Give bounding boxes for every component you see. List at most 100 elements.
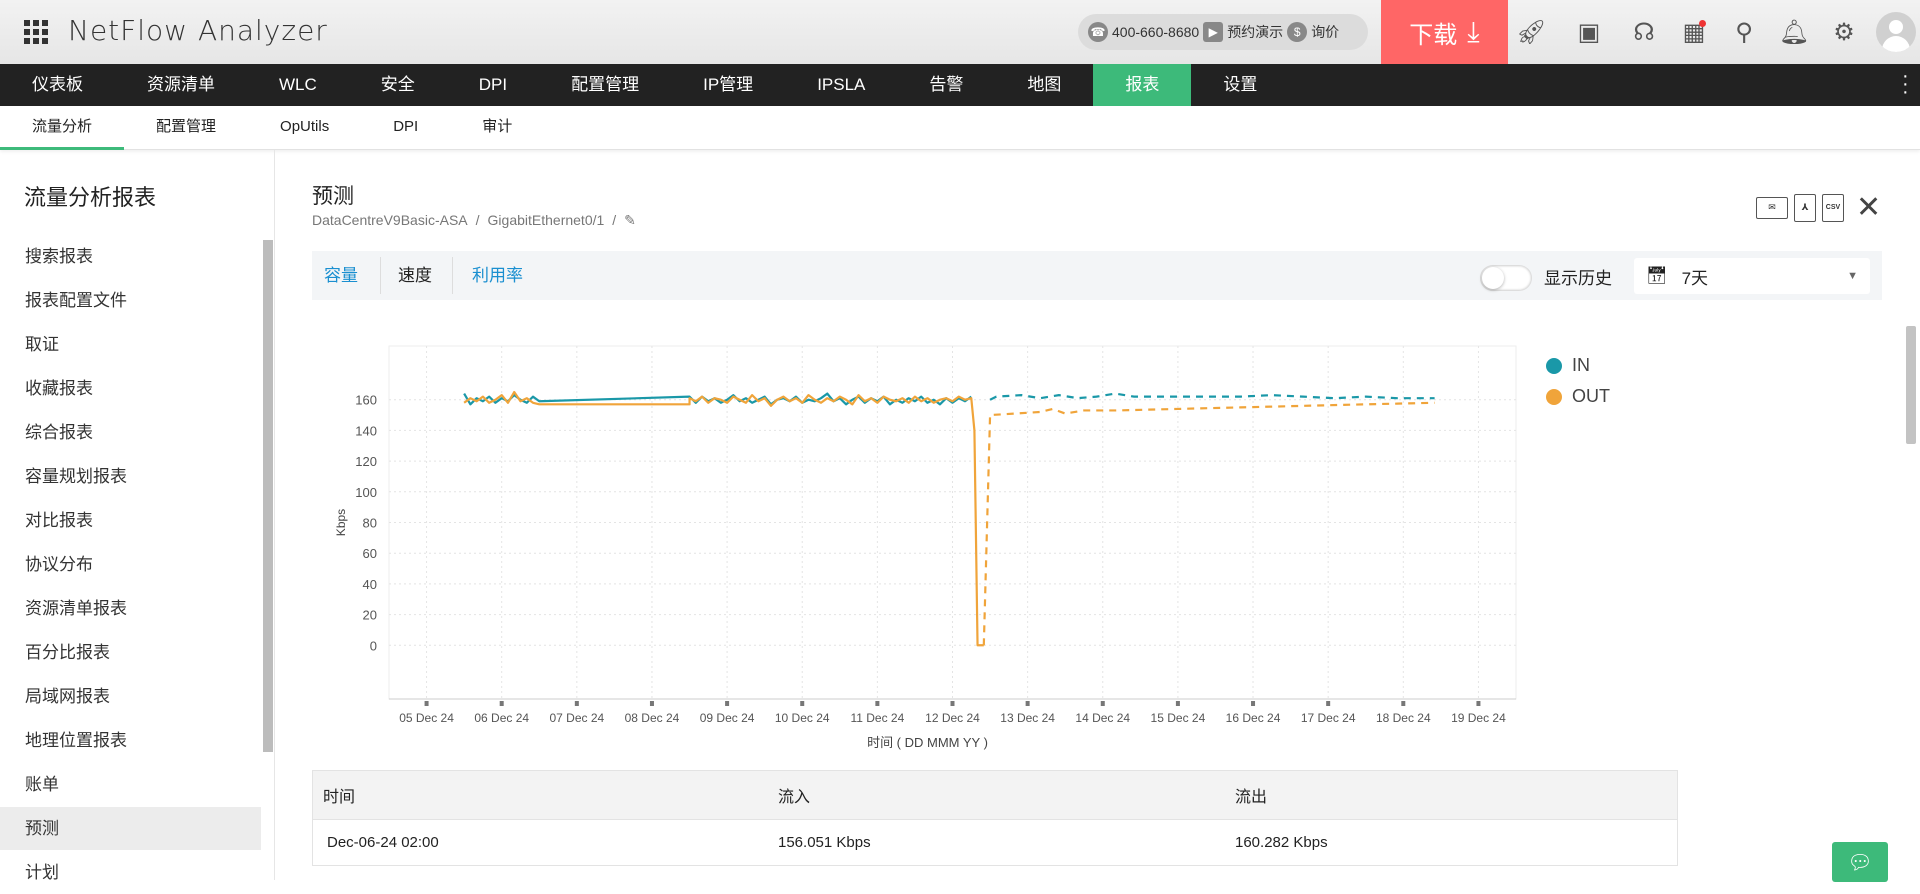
nav-item[interactable]: 设置 xyxy=(1191,64,1289,106)
nav-item[interactable]: 地图 xyxy=(995,64,1093,106)
download-icon: ⤓ xyxy=(1467,15,1480,47)
nav-item[interactable]: 仪表板 xyxy=(0,64,115,106)
edit-icon[interactable]: ✎ xyxy=(624,212,636,229)
pdf-icon[interactable]: ⅄ xyxy=(1794,193,1816,222)
x-tick-label: 18 Dec 24 xyxy=(1376,711,1431,725)
presentation-icon[interactable]: ▣ xyxy=(1573,16,1605,48)
gear-icon[interactable]: ⚙ xyxy=(1828,16,1860,48)
table-row: Dec-06-24 02:00 156.051 Kbps 160.282 Kbp… xyxy=(312,820,1678,866)
sidebar-item[interactable]: 协议分布 xyxy=(0,543,261,586)
nav-item[interactable]: IP管理 xyxy=(671,64,785,106)
x-tick-label: 13 Dec 24 xyxy=(1000,711,1055,725)
x-tick-label: 11 Dec 24 xyxy=(850,711,904,725)
subnav-item[interactable]: DPI xyxy=(361,106,450,150)
y-tick-label: 80 xyxy=(363,516,377,531)
breadcrumb-device[interactable]: DataCentreV9Basic-ASA xyxy=(312,212,468,229)
x-tick-label: 12 Dec 24 xyxy=(925,711,980,725)
nav-item[interactable]: 安全 xyxy=(349,64,447,106)
x-tick-label: 16 Dec 24 xyxy=(1226,711,1281,725)
nav-item[interactable]: 资源清单 xyxy=(115,64,247,106)
search-icon[interactable]: ⚲ xyxy=(1728,16,1760,48)
phone-icon: ☎ xyxy=(1088,22,1108,42)
export-actions: ✉ ⅄ CSV ✕ xyxy=(1756,190,1881,225)
col-time[interactable]: 时间 xyxy=(313,783,770,807)
y-tick-label: 40 xyxy=(363,577,377,592)
subnav-item[interactable]: OpUtils xyxy=(248,106,361,150)
demo-link[interactable]: 预约演示 xyxy=(1227,22,1283,42)
x-tick-mark xyxy=(1251,701,1256,706)
email-icon[interactable]: ✉ xyxy=(1756,196,1788,219)
gift-icon[interactable]: ▦ xyxy=(1678,16,1710,48)
nav-item[interactable]: WLC xyxy=(247,64,349,106)
x-tick-mark xyxy=(725,701,730,706)
subnav-item[interactable]: 配置管理 xyxy=(124,106,248,150)
nav-item[interactable]: 告警 xyxy=(897,64,995,106)
tab-utilization[interactable]: 利用率 xyxy=(472,251,523,300)
avatar[interactable] xyxy=(1876,12,1916,52)
period-value: 7天 xyxy=(1681,268,1709,288)
sidebar-item[interactable]: 计划 xyxy=(0,851,261,894)
close-icon[interactable]: ✕ xyxy=(1856,190,1881,225)
x-tick-mark xyxy=(1100,701,1105,706)
headset-icon[interactable]: ☊ xyxy=(1628,16,1660,48)
csv-icon[interactable]: CSV xyxy=(1822,193,1844,222)
subnav-item[interactable]: 审计 xyxy=(450,106,544,150)
download-button[interactable]: 下载 ⤓ xyxy=(1381,0,1508,64)
sidebar-item[interactable]: 搜索报表 xyxy=(0,235,261,278)
chat-button[interactable]: 💬︎ xyxy=(1832,842,1888,882)
col-out[interactable]: 流出 xyxy=(1227,783,1267,807)
x-tick-mark xyxy=(1476,701,1481,706)
sidebar: 流量分析报表 搜索报表 报表配置文件 取证 收藏报表 综合报表 容量规划报表 对比报表 协议分… xyxy=(0,150,275,882)
cell-time: Dec-06-24 02:00 xyxy=(327,834,439,851)
nav-item[interactable]: 配置管理 xyxy=(539,64,671,106)
x-tick-mark xyxy=(1175,701,1180,706)
x-tick-label: 06 Dec 24 xyxy=(474,711,529,725)
show-history-label: 显示历史 xyxy=(1544,269,1612,288)
price-link[interactable]: 询价 xyxy=(1311,22,1339,42)
col-in[interactable]: 流入 xyxy=(770,783,1227,807)
y-tick-label: 100 xyxy=(355,485,377,500)
sidebar-item[interactable]: 资源清单报表 xyxy=(0,587,261,630)
sub-nav: 流量分析 配置管理 OpUtils DPI 审计 xyxy=(0,106,1920,150)
legend-in[interactable]: IN xyxy=(1546,350,1610,381)
breadcrumb-interface[interactable]: GigabitEthernet0/1 xyxy=(488,212,605,229)
sidebar-item[interactable]: 收藏报表 xyxy=(0,367,261,410)
bell-icon[interactable]: 🔔︎ xyxy=(1778,16,1810,48)
sidebar-item[interactable]: 百分比报表 xyxy=(0,631,261,674)
sidebar-item[interactable]: 局域网报表 xyxy=(0,675,261,718)
y-tick-label: 120 xyxy=(355,454,377,469)
tab-speed[interactable]: 速度 xyxy=(398,251,432,300)
app-grid-icon[interactable] xyxy=(24,20,48,44)
more-vertical-icon[interactable]: · · · xyxy=(1902,66,1909,102)
breadcrumb-sep: / xyxy=(612,212,617,228)
phone-number[interactable]: 400-660-8680 xyxy=(1112,24,1199,40)
y-tick-label: 0 xyxy=(370,638,377,653)
sidebar-item[interactable]: 预测 xyxy=(0,807,261,850)
x-tick-label: 05 Dec 24 xyxy=(399,711,454,725)
breadcrumb-sep: / xyxy=(475,212,480,228)
sidebar-item[interactable]: 地理位置报表 xyxy=(0,719,261,762)
sidebar-scrollbar[interactable] xyxy=(263,240,273,752)
sidebar-item[interactable]: 综合报表 xyxy=(0,411,261,454)
sidebar-title: 流量分析报表 xyxy=(24,185,157,210)
sidebar-item[interactable]: 账单 xyxy=(0,763,261,806)
chart-legend: IN OUT xyxy=(1546,350,1610,412)
sidebar-item[interactable]: 对比报表 xyxy=(0,499,261,542)
tab-capacity[interactable]: 容量 xyxy=(324,251,358,300)
legend-in-label: IN xyxy=(1572,355,1590,375)
nav-item[interactable]: IPSLA xyxy=(785,64,897,106)
sidebar-item[interactable]: 取证 xyxy=(0,323,261,366)
page-scrollbar[interactable] xyxy=(1906,326,1916,444)
legend-out[interactable]: OUT xyxy=(1546,381,1610,412)
nav-item[interactable]: DPI xyxy=(447,64,539,106)
sidebar-item[interactable]: 容量规划报表 xyxy=(0,455,261,498)
sidebar-item[interactable]: 报表配置文件 xyxy=(0,279,261,322)
demo-icon: ▶ xyxy=(1203,22,1224,42)
x-tick-mark xyxy=(800,701,805,706)
x-tick-mark xyxy=(499,701,504,706)
rocket-icon[interactable]: 🚀︎ xyxy=(1515,16,1547,48)
period-select[interactable]: 📅︎ 7天 ▼ xyxy=(1634,258,1870,294)
show-history-toggle[interactable] xyxy=(1480,265,1532,291)
subnav-item[interactable]: 流量分析 xyxy=(0,106,125,150)
nav-item[interactable]: 报表 xyxy=(1093,64,1192,106)
